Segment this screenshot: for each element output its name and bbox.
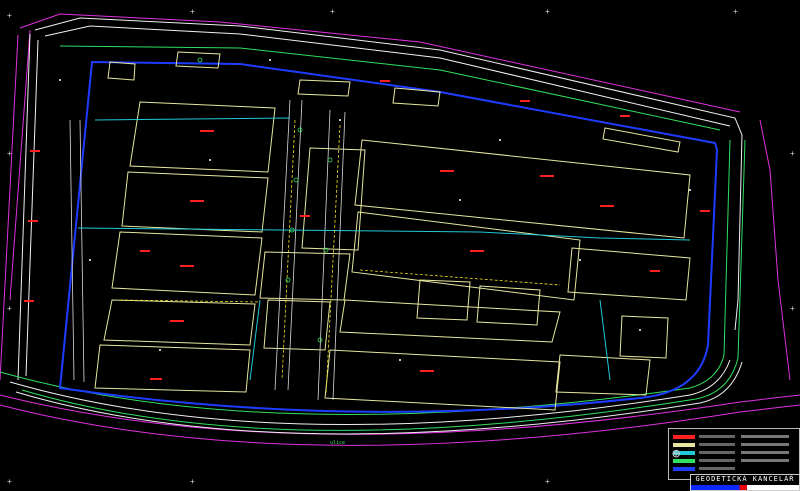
grid-cross: + [790,149,795,158]
grid-cross: + [545,7,550,16]
legend-text [699,435,735,438]
legend-box [668,428,800,480]
legend-text [741,459,789,462]
grid-cross: + [7,11,12,20]
grid-cross: + [545,477,550,486]
title-block-text: GEODETICKÁ KANCELÁŘ [695,475,795,483]
grid-cross: + [330,7,335,16]
grid-cross: + [7,149,12,158]
title-block: GEODETICKÁ KANCELÁŘ [690,474,800,491]
legend-text [699,459,735,462]
site-plan-drawing: ulice [0,13,800,446]
legend-text [741,435,789,438]
property-boundary [58,60,719,413]
road-edges [9,17,743,435]
grid-cross: + [7,304,12,313]
grid-cross: + [190,477,195,486]
internal-roads [69,99,346,401]
legend-text [699,451,735,454]
legend-text [699,467,735,470]
grid-cross: + [190,7,195,16]
north-arrow-icon: ⊕ [672,446,681,462]
legend-text [741,443,789,446]
street-label: ulice [330,440,345,446]
grid-cross: + [733,7,738,16]
title-block-stripe [691,485,799,490]
legend-text [741,451,789,454]
utilities [119,119,561,396]
legend-swatch [673,467,695,471]
grid-cross: + [7,477,12,486]
survey-points [59,59,691,361]
legend-swatch [673,435,695,439]
legend-text [699,443,735,446]
fences [77,117,691,381]
grid-cross: + [790,304,795,313]
